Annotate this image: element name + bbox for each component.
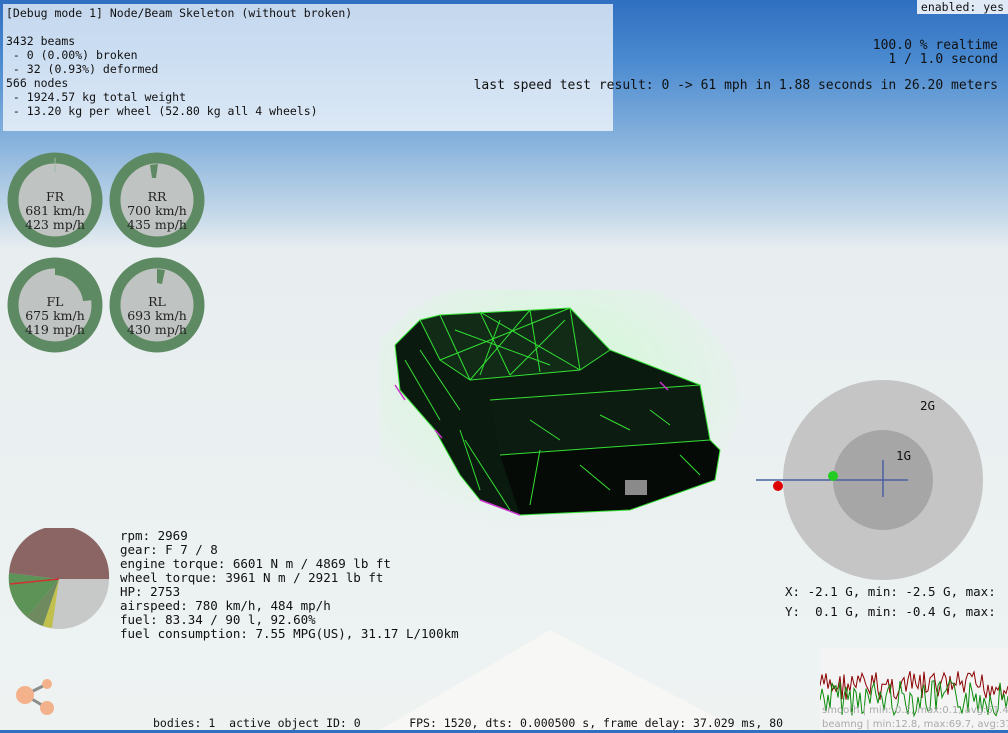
node-count: 566 nodes (6, 76, 69, 90)
total-weight: - 1924.57 kg total weight (6, 90, 187, 104)
vehicle-stats-panel: rpm: 2969 gear: F 7 / 8 engine torque: 6… (120, 529, 459, 641)
wheel-gauge-fl: FL 675 km/h 419 mp/h (5, 255, 105, 355)
wheel-id: FR (45, 189, 65, 204)
graph-label-beamng: beamng | min:12.8, max:69.7, avg:37.7 (822, 719, 1008, 730)
bodies-status: bodies: 1 active object ID: 0 (153, 716, 361, 730)
graph-plot (819, 648, 1008, 730)
g-force-x-readout: X: -2.1 G, min: -2.5 G, max: (785, 584, 996, 599)
horsepower-value: HP: 2753 (120, 584, 181, 599)
wheel-speed-mph: 419 mp/h (25, 322, 85, 337)
ground-patch (380, 630, 740, 730)
wheel-speed-kmh: 693 km/h (127, 308, 187, 323)
status-bar: bodies: 1 active object ID: 0 FPS: 1520,… (153, 716, 783, 730)
debug-header: [Debug mode 1] Node/Beam Skeleton (witho… (6, 6, 353, 20)
wheel-gauge-fr: FR 681 km/h 423 mp/h (5, 150, 105, 250)
wheel-speed-mph: 430 mp/h (127, 322, 187, 337)
g-ring-1g-label: 1G (896, 448, 912, 463)
truck-wireframe[interactable] (380, 290, 740, 530)
wheel-gauge-rl: RL 693 km/h 430 mp/h (107, 255, 207, 355)
gear-value: gear: F 7 / 8 (120, 542, 218, 557)
engine-torque-value: engine torque: 6601 N m / 4869 lb ft (120, 556, 391, 571)
wheel-id: RL (148, 294, 166, 309)
wheel-id: FL (46, 294, 64, 309)
g-force-chart (756, 380, 983, 580)
fuel-consumption-value: fuel consumption: 7.55 MPG(US), 31.17 L/… (120, 626, 459, 641)
g-force-reference-dot (773, 481, 783, 491)
beam-count: 3432 beams (6, 34, 76, 48)
fps-status: FPS: 1520, dts: 0.000500 s, frame delay:… (409, 716, 784, 730)
wheel-gauge-rr: RR 700 km/h 435 mp/h (107, 150, 207, 250)
beam-broken: - 0 (0.00%) broken (6, 48, 138, 62)
g-force-meter: 2G 1G (750, 375, 990, 588)
performance-graph: smooth | min:-0.2, max:0.1, avg:51.4 bea… (819, 648, 1008, 733)
enabled-status: enabled: yes (916, 0, 1008, 14)
realtime-percent: 100.0 % realtime (872, 38, 998, 53)
wheel-id: RR (147, 189, 167, 204)
wheel-speed-kmh: 675 km/h (25, 308, 85, 323)
wheel-speed-kmh: 681 km/h (25, 203, 85, 218)
wheel-torque-value: wheel torque: 3961 N m / 2921 lb ft (120, 570, 384, 585)
airspeed-value: airspeed: 780 km/h, 484 mp/h (120, 598, 331, 613)
g-force-y-readout: Y: 0.1 G, min: -0.4 G, max: (785, 604, 996, 619)
debug-info-panel: [Debug mode 1] Node/Beam Skeleton (witho… (3, 4, 613, 131)
wheel-weight: - 13.20 kg per wheel (52.80 kg all 4 whe… (6, 104, 318, 118)
wheel-speed-mph: 423 mp/h (25, 217, 85, 232)
wheel-speed-kmh: 700 km/h (127, 203, 187, 218)
wheel-speed-mph: 435 mp/h (127, 217, 187, 232)
g-ring-2g-label: 2G (920, 398, 936, 413)
speed-test-result: last speed test result: 0 -> 61 mph in 1… (473, 78, 998, 93)
rpm-value: rpm: 2969 (120, 528, 188, 543)
graph-label-smooth: smooth | min:-0.2, max:0.1, avg:51.4 (822, 705, 1008, 716)
engine-pie-chart (8, 528, 110, 629)
g-force-dot (828, 471, 838, 481)
beamng-logo-icon[interactable] (12, 676, 58, 720)
beam-deformed: - 32 (0.93%) deformed (6, 62, 159, 76)
realtime-ratio: 1 / 1.0 second (888, 52, 998, 67)
fuel-value: fuel: 83.34 / 90 l, 92.60% (120, 612, 316, 627)
